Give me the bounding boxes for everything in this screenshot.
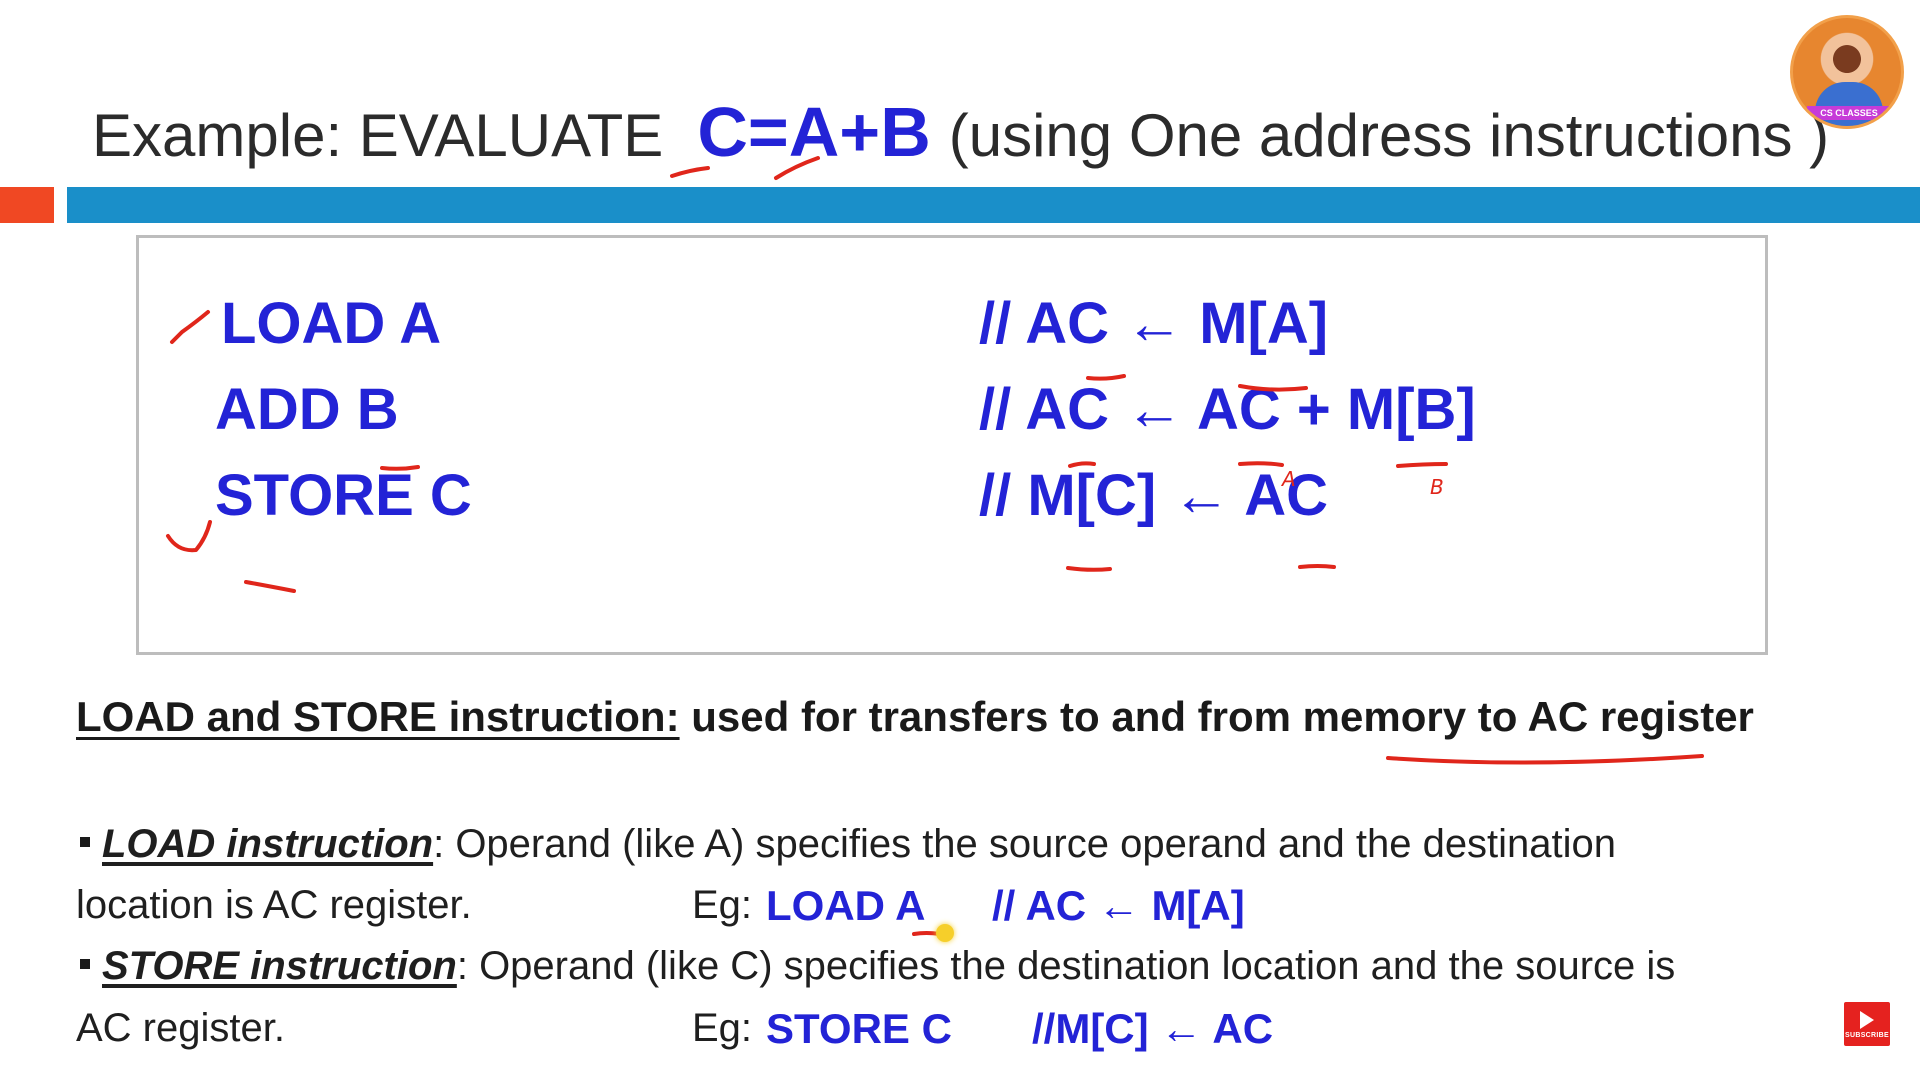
store-eg-comment: //M[C] ← AC [1032,1005,1274,1052]
store-instruction-text: : Operand (like C) specifies the destina… [456,944,1676,988]
store-eg-code: STORE C [766,1005,952,1052]
title-suffix: (using One address instructions ) [948,102,1830,169]
pointer-cursor [936,924,954,942]
code-example-box: LOAD A ADD B STORE C // AC ← M[A] // AC … [136,235,1768,655]
bullet-marker [80,959,90,970]
load-instruction-line1: LOAD instruction: Operand (like A) speci… [76,822,1616,867]
code-comment-store: // M[C] ← AC [979,463,1329,528]
summary-heading: LOAD and STORE instruction: used for tra… [76,693,1754,741]
store-instruction-line2: AC register. [76,1006,285,1050]
load-eg-code: LOAD A [766,882,926,929]
store-instruction-term: STORE instruction [102,944,457,988]
code-instruction-add: ADD B [215,377,399,442]
title-prefix: Example: EVALUATE [92,102,664,169]
store-eg-label: Eg: [692,1006,753,1050]
accent-bar-red [0,187,54,223]
summary-heading-text: used for transfers to and from memory to… [679,693,1754,740]
accent-bar-blue [67,187,1920,223]
bullet-marker [80,837,90,848]
code-instruction-load: LOAD A [221,291,442,356]
play-icon [1860,1011,1874,1029]
load-eg-label: Eg: [692,883,753,927]
title-expression: C=A+B [697,93,931,171]
load-instruction-term: LOAD instruction [102,822,434,866]
code-instruction-store: STORE C [215,463,472,528]
slide-title: Example: EVALUATE C=A+B (using One addre… [92,92,1829,176]
store-instruction-line1: STORE instruction: Operand (like C) spec… [76,944,1675,989]
subscribe-button[interactable]: SUBSCRIBE [1842,1000,1892,1048]
subscribe-label: SUBSCRIBE [1845,1032,1889,1039]
presenter-badge: CS CLASSES [1807,106,1891,120]
presenter-avatar: CS CLASSES [1790,15,1904,129]
summary-heading-term: LOAD and STORE instruction: [76,693,680,740]
memory-ac-register-underline [1386,754,1704,765]
load-instruction-line2: location is AC register. [76,883,472,927]
load-eg-comment: // AC ← M[A] [992,882,1245,929]
code-comment-load: // AC ← M[A] [979,291,1329,356]
code-comment-add: // AC ← AC + M[B] [979,377,1476,442]
load-instruction-text: : Operand (like A) specifies the source … [433,822,1617,866]
